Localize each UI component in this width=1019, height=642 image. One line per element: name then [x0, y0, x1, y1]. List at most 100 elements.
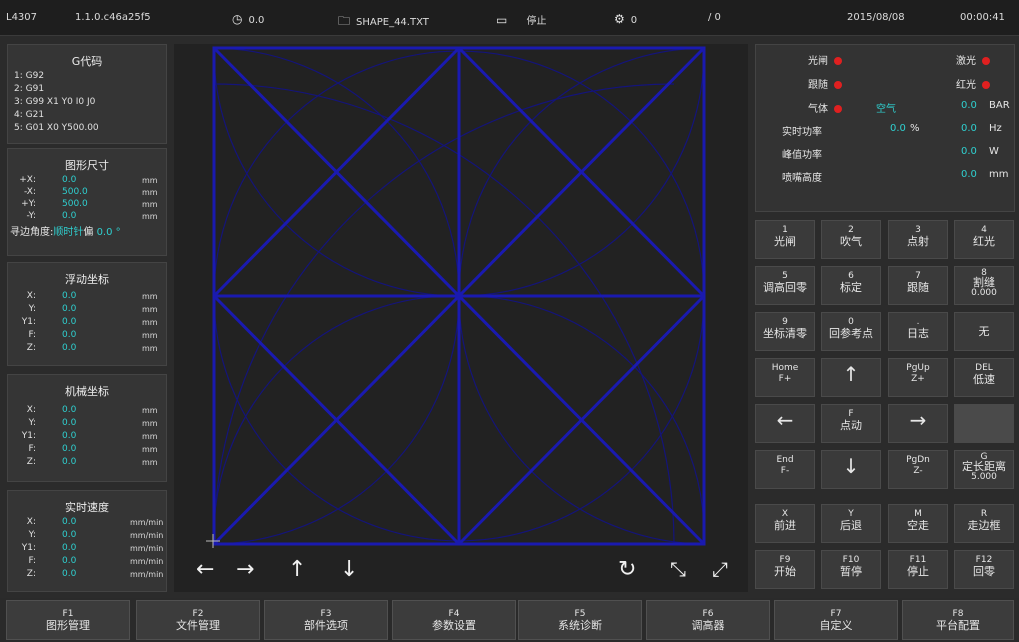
gcode-line: 1: G92: [14, 71, 45, 81]
machine-coord-title: 机械坐标: [65, 385, 109, 398]
height-controller-button[interactable]: F6 调高器: [646, 600, 770, 640]
height-home-key[interactable]: 5 调高回零: [755, 266, 815, 305]
edge-suffix: 偏: [83, 227, 94, 238]
pan-down-button[interactable]: ↓: [340, 557, 358, 582]
peak-power-value: 0.0: [961, 146, 977, 157]
version-label: 1.1.0.c46a25f5: [75, 12, 151, 23]
start-key[interactable]: F9 开始: [755, 550, 815, 589]
nozzle-height-label: 喷嘴高度: [782, 173, 822, 184]
count-readout: ⚙ 0: [614, 12, 637, 26]
platform-config-button[interactable]: F8 平台配置: [902, 600, 1014, 640]
edge-angle-label: 寻边角度:: [10, 227, 54, 238]
zoom-in-button[interactable]: ⤢: [712, 557, 728, 581]
power-label: 实时功率: [782, 127, 822, 138]
drawing-canvas[interactable]: ← → ↑ ↓ ↻ ⤡ ⤢: [174, 44, 748, 592]
stop-key[interactable]: F11 停止: [888, 550, 948, 589]
move-down-key[interactable]: ↓: [821, 450, 881, 489]
custom-button[interactable]: F7 自定义: [774, 600, 898, 640]
system-diagnosis-button[interactable]: F5 系统诊断: [518, 600, 642, 640]
arrow-down-icon: ↓: [842, 454, 860, 478]
pause-key[interactable]: F10 暂停: [821, 550, 881, 589]
gcode-line: 3: G99 X1 Y0 I0 J0: [14, 97, 96, 107]
run-state: 停止: [526, 16, 547, 27]
pulse-key[interactable]: 3 点射: [888, 220, 948, 259]
calibrate-key[interactable]: 6 标定: [821, 266, 881, 305]
gcode-line: 5: G01 X0 Y500.00: [14, 123, 99, 133]
red-dot-icon: [834, 105, 842, 113]
trace-frame-key[interactable]: R 走边框: [954, 504, 1014, 543]
jog-key[interactable]: F 点动: [821, 404, 881, 443]
date-label: 2015/08/08: [847, 12, 905, 23]
none-key[interactable]: 无: [954, 312, 1014, 351]
gcode-line: 2: G91: [14, 84, 45, 94]
control-keypad: 1 光闸 2 吹气 3 点射 4 红光 5 调高回零 6 标定 7 跟随 8 割缝 0.000 9…: [755, 220, 1015, 592]
follow-indicator: 跟随: [808, 76, 842, 91]
part-options-button[interactable]: F3 部件选项: [264, 600, 388, 640]
fixed-length-key[interactable]: G 定长距离 5.000: [954, 450, 1014, 489]
state-readout: ▭ 停止: [496, 12, 547, 27]
zero-coord-key[interactable]: 9 坐标清零: [755, 312, 815, 351]
size-row-ny: -Y: 0.0 mm: [26, 211, 158, 221]
nozzle-height-value: 0.0: [961, 169, 977, 180]
gas-type: 空气: [876, 104, 896, 115]
float-coord-panel: 浮动坐标 X: 0.0 mm Y: 0.0 mm Y1: 0.0 mm F: 0.0 mm Z:…: [7, 262, 167, 366]
size-row-py: +Y: 500.0 mm: [21, 199, 158, 209]
feed-down-key[interactable]: End F-: [755, 450, 815, 489]
folder-icon: 🗀: [338, 14, 351, 28]
machine-row: X: 0.0 mm: [26, 405, 158, 415]
backward-key[interactable]: Y 后退: [821, 504, 881, 543]
slow-speed-key[interactable]: DEL 低速: [954, 358, 1014, 397]
realtime-speed-title: 实时速度: [65, 501, 109, 514]
zoom-out-button[interactable]: ⤡: [670, 557, 686, 581]
forward-key[interactable]: X 前进: [755, 504, 815, 543]
shutter-key[interactable]: 1 光闸: [755, 220, 815, 259]
z-down-key[interactable]: PgDn Z-: [888, 450, 948, 489]
float-row: F: 0.0 mm: [28, 330, 158, 340]
refresh-button[interactable]: ↻: [618, 557, 636, 582]
file-manage-button[interactable]: F2 文件管理: [136, 600, 260, 640]
log-key[interactable]: . 日志: [888, 312, 948, 351]
red-light-key[interactable]: 4 红光: [954, 220, 1014, 259]
machine-row: Y1: 0.0 mm: [21, 431, 158, 441]
move-right-key[interactable]: →: [888, 404, 948, 443]
dry-run-key[interactable]: M 空走: [888, 504, 948, 543]
pan-right-button[interactable]: →: [236, 557, 254, 582]
follow-key[interactable]: 7 跟随: [888, 266, 948, 305]
return-home-key[interactable]: F12 回零: [954, 550, 1014, 589]
kerf-key[interactable]: 8 割缝 0.000: [954, 266, 1014, 305]
shape-manage-button[interactable]: F1 图形管理: [6, 600, 130, 640]
shape-size-panel: 图形尺寸 +X: 0.0 mm -X: 500.0 mm +Y: 500.0 mm -Y: 0…: [7, 148, 167, 256]
reference-home-key[interactable]: 0 回参考点: [821, 312, 881, 351]
move-up-key[interactable]: ↑: [821, 358, 881, 397]
gas-value: 0.0: [961, 100, 977, 111]
shutter-indicator: 光闸: [808, 52, 842, 67]
blow-key[interactable]: 2 吹气: [821, 220, 881, 259]
machine-coord-panel: 机械坐标 X: 0.0 mm Y: 0.0 mm Y1: 0.0 mm F: 0.0 mm Z:…: [7, 374, 167, 482]
origin-crosshair-icon: [206, 534, 220, 548]
z-up-key[interactable]: PgUp Z+: [888, 358, 948, 397]
speed-row: Z: 0.0 mm/min: [26, 569, 164, 579]
red-dot-icon: [982, 81, 990, 89]
gas-unit: BAR: [989, 100, 1010, 111]
monitor-icon: ▭: [496, 13, 508, 27]
move-left-key[interactable]: ←: [755, 404, 815, 443]
float-row: Y1: 0.0 mm: [21, 317, 158, 327]
feed-up-key[interactable]: Home F+: [755, 358, 815, 397]
machine-row: F: 0.0 mm: [28, 444, 158, 454]
speed-row: X: 0.0 mm/min: [26, 517, 164, 527]
pan-up-button[interactable]: ↑: [288, 557, 306, 582]
laser-status-panel: 光闸 激光 跟随 红光 气体 空气 0.0 BAR 实时功率 0.0 % 0.0…: [755, 44, 1015, 212]
red-dot-icon: [834, 81, 842, 89]
float-row: Y: 0.0 mm: [28, 304, 158, 314]
pan-left-button[interactable]: ←: [196, 557, 214, 582]
parameter-settings-button[interactable]: F4 参数设置: [392, 600, 516, 640]
speed-row: Y: 0.0 mm/min: [28, 530, 164, 540]
speed-row: F: 0.0 mm/min: [28, 556, 164, 566]
red-dot-icon: [982, 57, 990, 65]
arrow-left-icon: ←: [776, 408, 794, 432]
gcode-line: 4: G21: [14, 110, 45, 120]
arrow-right-icon: →: [909, 408, 927, 432]
nozzle-height-unit: mm: [989, 169, 1009, 180]
gauge-icon: ◷: [232, 12, 243, 26]
speed-row: Y1: 0.0 mm/min: [21, 543, 164, 553]
